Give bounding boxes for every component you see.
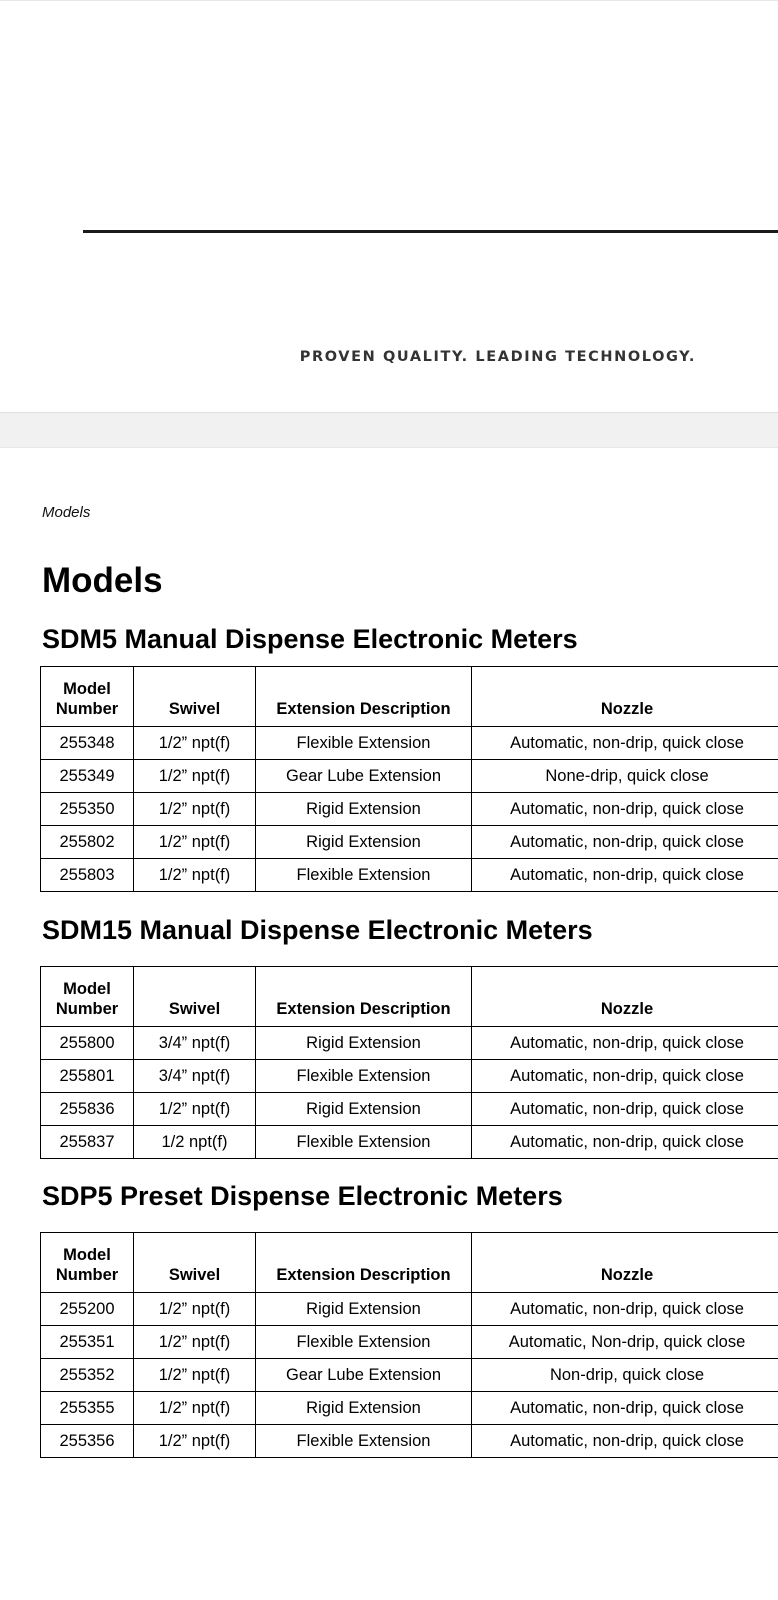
section-title-sdm15: SDM15 Manual Dispense Electronic Meters — [42, 915, 593, 945]
cell-nozzle: Automatic, non-drip, quick close — [471, 726, 778, 760]
col-header-nozzle: Nozzle — [471, 666, 778, 727]
cell-nozzle: Automatic, non-drip, quick close — [471, 858, 778, 892]
cell-nozzle: Automatic, Non-drip, quick close — [471, 1325, 778, 1359]
cell-model-number: 255349 — [40, 759, 134, 793]
cell-nozzle: Automatic, non-drip, quick close — [471, 1424, 778, 1458]
col-header-extension: Extension Description — [255, 666, 472, 727]
page-title: Models — [42, 561, 163, 600]
cell-model-number: 255801 — [40, 1059, 134, 1093]
cell-swivel: 1/2 npt(f) — [133, 1125, 256, 1159]
cell-nozzle: Non-drip, quick close — [471, 1358, 778, 1392]
cell-extension: Rigid Extension — [255, 792, 472, 826]
table-row: 255349 1/2” npt(f) Gear Lube Extension N… — [40, 759, 778, 793]
cell-model-number: 255348 — [40, 726, 134, 760]
col-header-model-number: Model Number — [40, 666, 134, 727]
cell-extension: Flexible Extension — [255, 1424, 472, 1458]
cell-extension: Flexible Extension — [255, 1059, 472, 1093]
cell-swivel: 1/2” npt(f) — [133, 759, 256, 793]
cell-extension: Flexible Extension — [255, 726, 472, 760]
cell-nozzle: Automatic, non-drip, quick close — [471, 1059, 778, 1093]
cell-swivel: 1/2” npt(f) — [133, 858, 256, 892]
cell-model-number: 255355 — [40, 1391, 134, 1425]
cell-swivel: 1/2” npt(f) — [133, 1424, 256, 1458]
col-header-swivel: Swivel — [133, 1232, 256, 1293]
table-row: 255356 1/2” npt(f) Flexible Extension Au… — [40, 1424, 778, 1458]
col-header-extension: Extension Description — [255, 966, 472, 1027]
table-row: 255802 1/2” npt(f) Rigid Extension Autom… — [40, 825, 778, 859]
cell-extension: Rigid Extension — [255, 1391, 472, 1425]
table-row: 255200 1/2” npt(f) Rigid Extension Autom… — [40, 1292, 778, 1326]
cell-swivel: 1/2” npt(f) — [133, 825, 256, 859]
table-header-row: Model Number Swivel Extension Description… — [40, 966, 778, 1027]
cell-swivel: 1/2” npt(f) — [133, 1358, 256, 1392]
models-table-sdm5: Model Number Swivel Extension Description… — [40, 666, 778, 892]
section-title-sdm5: SDM5 Manual Dispense Electronic Meters — [42, 624, 578, 654]
cell-extension: Flexible Extension — [255, 1125, 472, 1159]
table-row: 255355 1/2” npt(f) Rigid Extension Autom… — [40, 1391, 778, 1425]
col-header-swivel: Swivel — [133, 966, 256, 1027]
cell-swivel: 1/2” npt(f) — [133, 1092, 256, 1126]
cell-model-number: 255356 — [40, 1424, 134, 1458]
cell-model-number: 255351 — [40, 1325, 134, 1359]
col-header-extension: Extension Description — [255, 1232, 472, 1293]
table-header-row: Model Number Swivel Extension Description… — [40, 1232, 778, 1293]
cell-model-number: 255352 — [40, 1358, 134, 1392]
col-header-model-number: Model Number — [40, 966, 134, 1027]
cell-nozzle: Automatic, non-drip, quick close — [471, 1292, 778, 1326]
previous-page-footer: PROVEN QUALITY. LEADING TECHNOLOGY. — [0, 0, 778, 412]
cell-extension: Rigid Extension — [255, 1092, 472, 1126]
cell-extension: Gear Lube Extension — [255, 1358, 472, 1392]
table-row: 255350 1/2” npt(f) Rigid Extension Autom… — [40, 792, 778, 826]
cell-model-number: 255350 — [40, 792, 134, 826]
cell-extension: Gear Lube Extension — [255, 759, 472, 793]
col-header-swivel: Swivel — [133, 666, 256, 727]
table-row: 255800 3/4” npt(f) Rigid Extension Autom… — [40, 1026, 778, 1060]
col-header-nozzle: Nozzle — [471, 1232, 778, 1293]
cell-nozzle: Automatic, non-drip, quick close — [471, 1391, 778, 1425]
tagline: PROVEN QUALITY. LEADING TECHNOLOGY. — [299, 349, 696, 365]
table-row: 255836 1/2” npt(f) Rigid Extension Autom… — [40, 1092, 778, 1126]
cell-swivel: 3/4” npt(f) — [133, 1026, 256, 1060]
table-row: 255801 3/4” npt(f) Flexible Extension Au… — [40, 1059, 778, 1093]
cell-swivel: 1/2” npt(f) — [133, 1391, 256, 1425]
table-row: 255803 1/2” npt(f) Flexible Extension Au… — [40, 858, 778, 892]
cell-model-number: 255803 — [40, 858, 134, 892]
table-row: 255348 1/2” npt(f) Flexible Extension Au… — [40, 726, 778, 760]
breadcrumb: Models — [42, 504, 91, 521]
cell-swivel: 1/2” npt(f) — [133, 726, 256, 760]
cell-nozzle: Automatic, non-drip, quick close — [471, 1026, 778, 1060]
cell-extension: Flexible Extension — [255, 1325, 472, 1359]
section-title-sdp5: SDP5 Preset Dispense Electronic Meters — [42, 1181, 563, 1211]
table-row: 255837 1/2 npt(f) Flexible Extension Aut… — [40, 1125, 778, 1159]
cell-swivel: 3/4” npt(f) — [133, 1059, 256, 1093]
table-row: 255351 1/2” npt(f) Flexible Extension Au… — [40, 1325, 778, 1359]
table-header-row: Model Number Swivel Extension Description… — [40, 666, 778, 727]
page-separator — [0, 412, 778, 448]
col-header-model-number: Model Number — [40, 1232, 134, 1293]
cell-nozzle: None-drip, quick close — [471, 759, 778, 793]
cell-nozzle: Automatic, non-drip, quick close — [471, 825, 778, 859]
models-table-sdp5: Model Number Swivel Extension Description… — [40, 1232, 778, 1458]
col-header-nozzle: Nozzle — [471, 966, 778, 1027]
cell-swivel: 1/2” npt(f) — [133, 792, 256, 826]
cell-extension: Rigid Extension — [255, 1292, 472, 1326]
cell-model-number: 255836 — [40, 1092, 134, 1126]
table-row: 255352 1/2” npt(f) Gear Lube Extension N… — [40, 1358, 778, 1392]
cell-model-number: 255200 — [40, 1292, 134, 1326]
cell-extension: Flexible Extension — [255, 858, 472, 892]
cell-nozzle: Automatic, non-drip, quick close — [471, 1092, 778, 1126]
header-rule — [83, 230, 778, 233]
cell-nozzle: Automatic, non-drip, quick close — [471, 1125, 778, 1159]
cell-swivel: 1/2” npt(f) — [133, 1292, 256, 1326]
cell-model-number: 255800 — [40, 1026, 134, 1060]
cell-nozzle: Automatic, non-drip, quick close — [471, 792, 778, 826]
cell-extension: Rigid Extension — [255, 1026, 472, 1060]
cell-model-number: 255802 — [40, 825, 134, 859]
cell-swivel: 1/2” npt(f) — [133, 1325, 256, 1359]
cell-extension: Rigid Extension — [255, 825, 472, 859]
models-table-sdm15: Model Number Swivel Extension Description… — [40, 966, 778, 1159]
cell-model-number: 255837 — [40, 1125, 134, 1159]
